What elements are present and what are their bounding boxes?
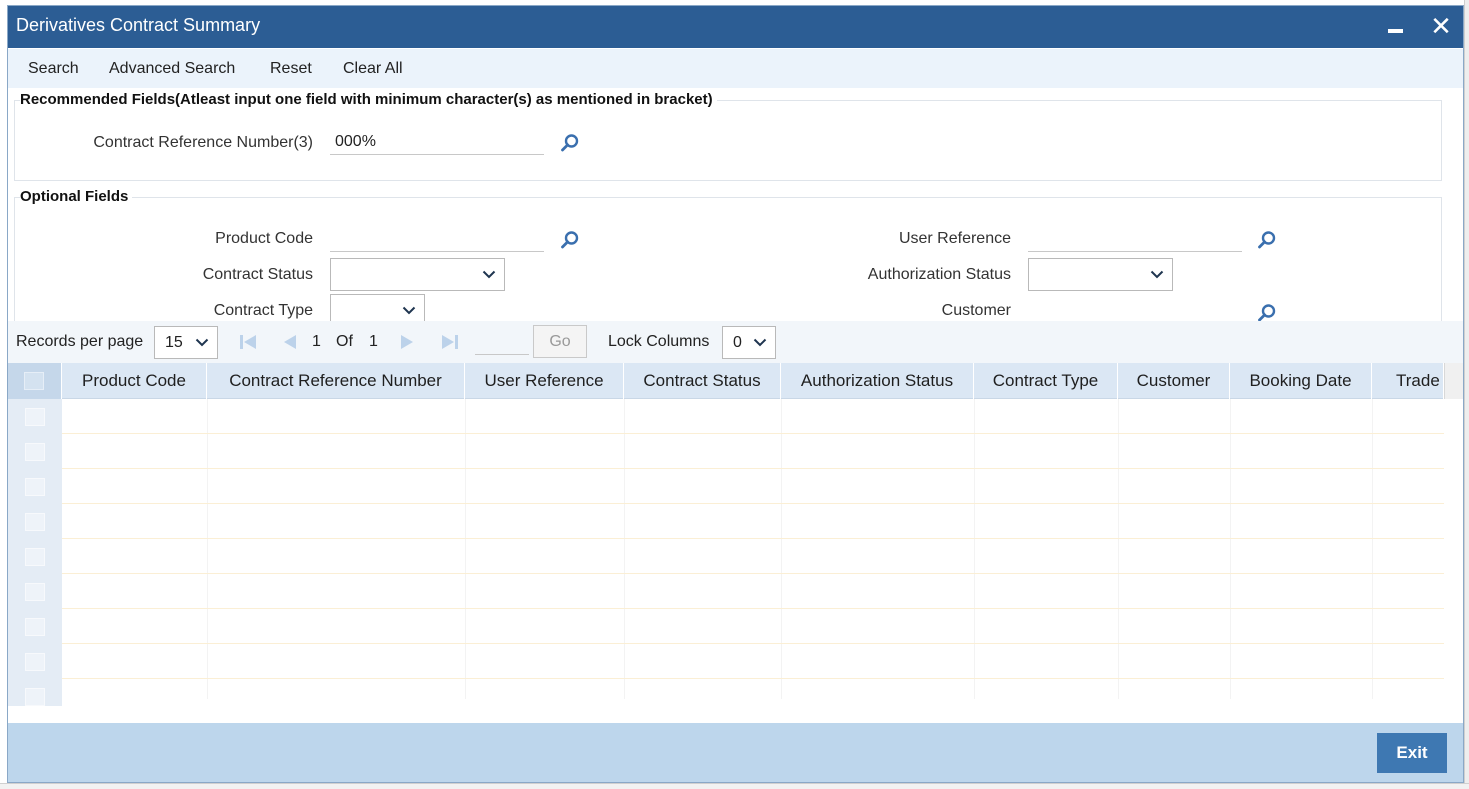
customer-label: Customer xyxy=(941,302,1011,319)
row-select-cell[interactable] xyxy=(8,574,62,609)
authorization-status-select[interactable] xyxy=(1028,258,1173,291)
row-checkbox[interactable] xyxy=(25,618,45,636)
advanced-search-button[interactable]: Advanced Search xyxy=(109,60,235,78)
product-code-search-icon[interactable] xyxy=(560,230,580,250)
optional-fields-title: Optional Fields xyxy=(20,188,133,205)
row-checkbox[interactable] xyxy=(25,688,45,706)
chevron-down-icon xyxy=(482,270,496,279)
contract-status-label: Contract Status xyxy=(202,266,313,283)
select-all-checkbox[interactable] xyxy=(24,372,44,390)
footer-bar: Exit xyxy=(8,723,1463,782)
contract-type-label: Contract Type xyxy=(213,302,313,319)
col-header-booking-date[interactable]: Booking Date xyxy=(1230,363,1372,399)
table-row[interactable] xyxy=(8,609,1444,644)
table-row[interactable] xyxy=(8,469,1444,504)
contract-reference-number-label: Contract Reference Number(3) xyxy=(93,134,313,151)
user-reference-input[interactable] xyxy=(1028,226,1242,252)
records-per-page-value: 15 xyxy=(165,334,183,351)
minimize-icon xyxy=(1387,29,1403,33)
row-checkbox[interactable] xyxy=(25,583,45,601)
table-row[interactable] xyxy=(8,539,1444,574)
col-header-product-code[interactable]: Product Code xyxy=(62,363,207,399)
row-checkbox[interactable] xyxy=(25,513,45,531)
contract-reference-search-icon[interactable] xyxy=(560,133,580,153)
table-row[interactable] xyxy=(8,399,1444,434)
records-per-page-label: Records per page xyxy=(16,333,144,350)
toolbar: Search Advanced Search Reset Clear All xyxy=(8,49,1463,88)
pagination-bar: Records per page 15 1 Of 1 Go Lock Colum… xyxy=(8,321,1463,363)
table-row[interactable] xyxy=(8,574,1444,609)
lock-columns-select[interactable]: 0 xyxy=(722,326,776,359)
search-button[interactable]: Search xyxy=(28,60,79,78)
authorization-status-label: Authorization Status xyxy=(867,266,1011,283)
go-button[interactable]: Go xyxy=(533,325,587,358)
chevron-down-icon xyxy=(402,306,416,315)
product-code-input[interactable] xyxy=(330,226,544,252)
user-reference-search-icon[interactable] xyxy=(1257,230,1277,250)
window-title: Derivatives Contract Summary xyxy=(16,15,261,35)
results-grid: Product Code Contract Reference Number U… xyxy=(8,363,1463,706)
close-button[interactable]: ✕ xyxy=(1426,11,1456,43)
table-row[interactable] xyxy=(8,679,1444,706)
current-page-number: 1 xyxy=(312,333,321,350)
reset-button[interactable]: Reset xyxy=(270,60,312,78)
user-reference-label: User Reference xyxy=(898,230,1011,247)
col-header-trade[interactable]: Trade xyxy=(1372,363,1444,399)
row-select-cell[interactable] xyxy=(8,609,62,644)
row-checkbox[interactable] xyxy=(25,548,45,566)
total-pages-number: 1 xyxy=(369,333,378,350)
row-select-cell[interactable] xyxy=(8,504,62,539)
clear-all-button[interactable]: Clear All xyxy=(343,60,403,78)
row-select-cell[interactable] xyxy=(8,644,62,679)
row-checkbox[interactable] xyxy=(25,653,45,671)
table-row[interactable] xyxy=(8,504,1444,539)
derivatives-contract-summary-window: Derivatives Contract Summary ✕ Search Ad… xyxy=(7,5,1464,783)
customer-search-icon[interactable] xyxy=(1257,303,1277,323)
row-select-cell[interactable] xyxy=(8,434,62,469)
lock-columns-label: Lock Columns xyxy=(608,333,710,350)
col-header-contract-status[interactable]: Contract Status xyxy=(624,363,781,399)
row-checkbox[interactable] xyxy=(25,478,45,496)
table-row[interactable] xyxy=(8,644,1444,679)
select-all-header[interactable] xyxy=(8,363,62,399)
recommended-fields-title: Recommended Fields(Atleast input one fie… xyxy=(20,91,717,108)
grid-header-scroll-strip xyxy=(1444,363,1463,399)
last-page-icon[interactable] xyxy=(441,334,459,350)
first-page-icon[interactable] xyxy=(239,334,257,350)
col-header-contract-type[interactable]: Contract Type xyxy=(974,363,1118,399)
lock-columns-value: 0 xyxy=(733,334,742,351)
contract-status-select[interactable] xyxy=(330,258,505,291)
table-row[interactable] xyxy=(8,434,1444,469)
records-per-page-select[interactable]: 15 xyxy=(154,326,218,359)
chevron-down-icon xyxy=(1150,270,1164,279)
previous-page-icon[interactable] xyxy=(282,334,298,350)
close-icon: ✕ xyxy=(1430,11,1452,41)
page-right-edge xyxy=(1464,0,1469,789)
col-header-authorization-status[interactable]: Authorization Status xyxy=(781,363,974,399)
page-bottom-edge xyxy=(0,783,1469,789)
col-header-contract-reference-number[interactable]: Contract Reference Number xyxy=(207,363,465,399)
next-page-icon[interactable] xyxy=(399,334,415,350)
minimize-button[interactable] xyxy=(1380,11,1410,43)
title-bar: Derivatives Contract Summary ✕ xyxy=(8,6,1463,48)
chevron-down-icon xyxy=(753,338,767,347)
contract-reference-number-input[interactable] xyxy=(330,129,544,155)
row-select-cell[interactable] xyxy=(8,539,62,574)
row-select-cell[interactable] xyxy=(8,469,62,504)
chevron-down-icon xyxy=(195,338,209,347)
row-checkbox[interactable] xyxy=(25,443,45,461)
product-code-label: Product Code xyxy=(215,230,313,247)
exit-button[interactable]: Exit xyxy=(1377,733,1447,773)
grid-header: Product Code Contract Reference Number U… xyxy=(8,363,1444,399)
row-select-cell[interactable] xyxy=(8,399,62,434)
goto-page-input[interactable] xyxy=(475,329,529,355)
col-header-customer[interactable]: Customer xyxy=(1118,363,1230,399)
col-header-user-reference[interactable]: User Reference xyxy=(465,363,624,399)
row-checkbox[interactable] xyxy=(25,408,45,426)
row-select-cell[interactable] xyxy=(8,679,62,706)
of-label: Of xyxy=(336,333,353,350)
